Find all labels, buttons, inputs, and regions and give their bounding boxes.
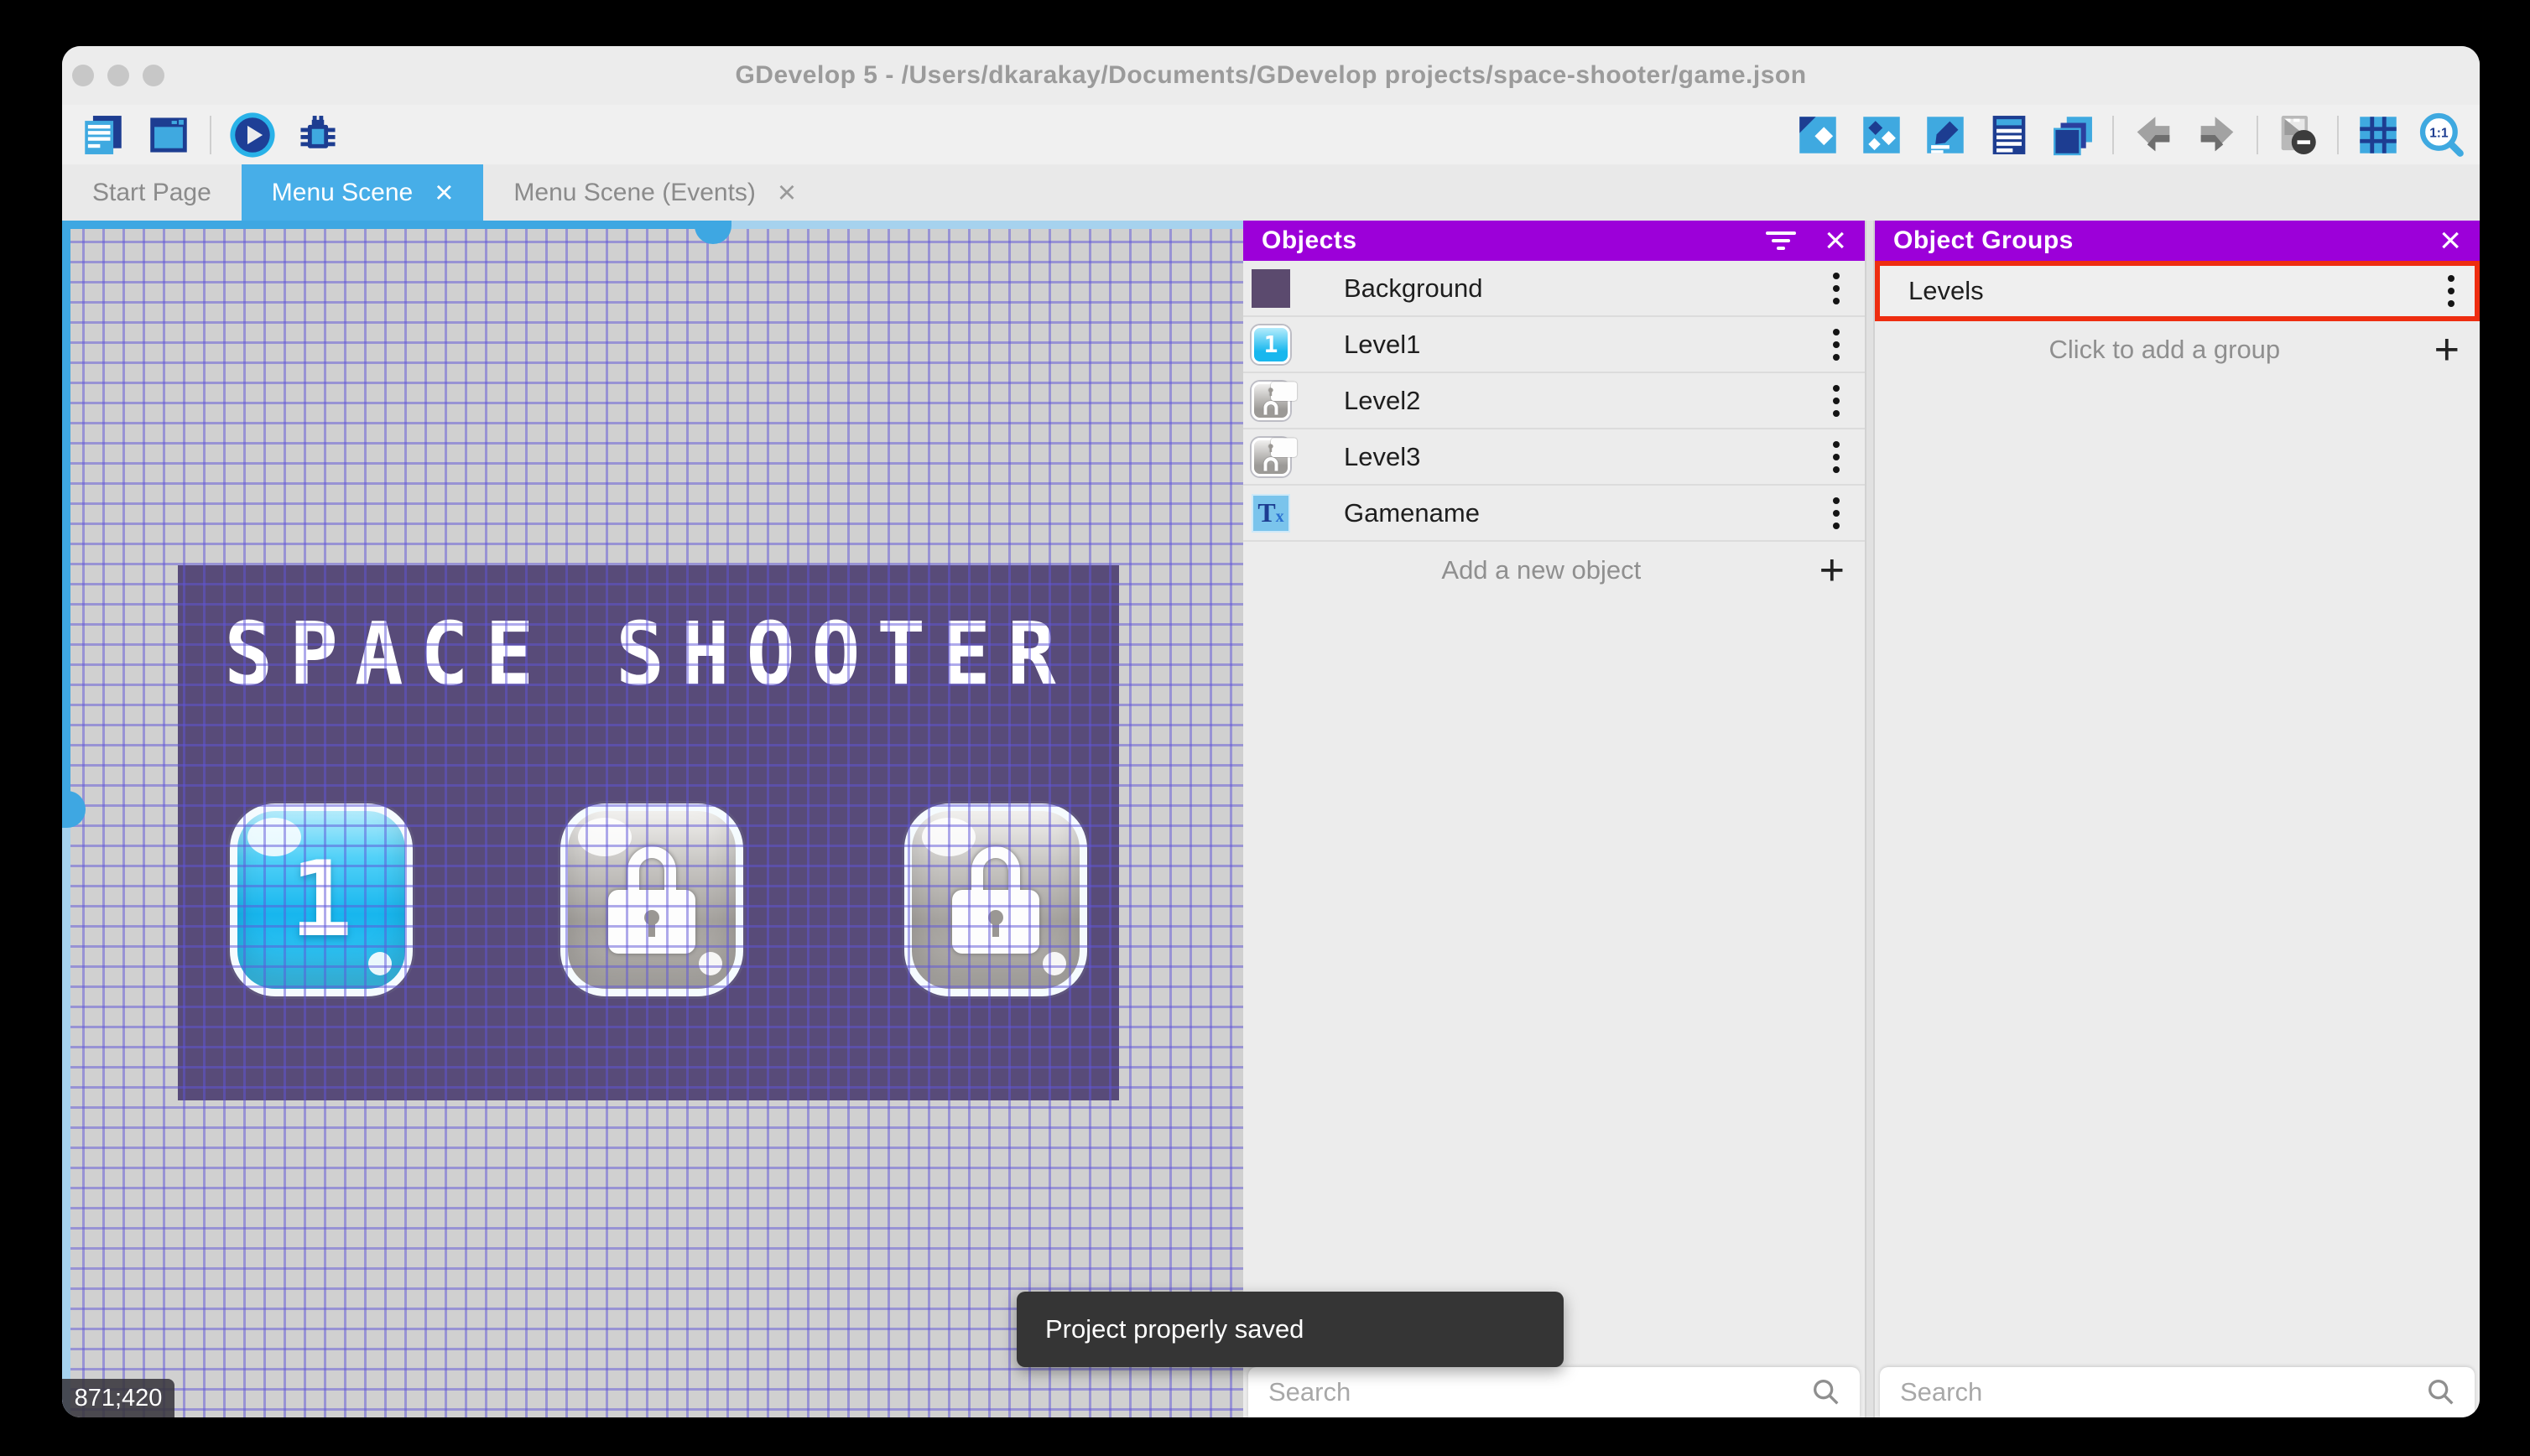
level1-thumbnail: 1: [1252, 325, 1290, 364]
objects-editor-icon[interactable]: [1793, 111, 1842, 159]
toolbar-left-group: [79, 105, 342, 164]
close-icon[interactable]: ×: [2439, 222, 2461, 259]
group-row-levels-highlighted[interactable]: Levels: [1875, 261, 2480, 321]
properties-panel-icon[interactable]: [1921, 111, 1970, 159]
add-new-group-row[interactable]: Click to add a group +: [1875, 321, 2480, 377]
level2-thumbnail: [1252, 381, 1298, 420]
object-menu-icon[interactable]: [1828, 268, 1845, 309]
level3-button-sprite[interactable]: [904, 803, 1087, 996]
editor-tabbar: Start Page Menu Scene × Menu Scene (Even…: [62, 164, 2480, 221]
tab-label: Start Page: [92, 178, 211, 206]
window-title: GDevelop 5 - /Users/dkarakay/Documents/G…: [735, 61, 1807, 89]
undo-icon[interactable]: [2129, 111, 2178, 159]
play-icon[interactable]: [228, 111, 277, 159]
toast-message: Project properly saved: [1045, 1314, 1304, 1344]
background-thumbnail: [1252, 268, 1290, 308]
object-menu-icon[interactable]: [1828, 324, 1845, 366]
group-menu-icon[interactable]: [2443, 270, 2460, 312]
toolbar-separator: [2257, 115, 2258, 154]
object-groups-panel-title: Object Groups: [1893, 226, 2074, 254]
titlebar: GDevelop 5 - /Users/dkarakay/Documents/G…: [62, 46, 2480, 105]
project-manager-icon[interactable]: [79, 111, 128, 159]
save-toast: Project properly saved: [1017, 1292, 1564, 1367]
object-groups-panel: Object Groups × Levels Click to add a gr…: [1875, 221, 2480, 1417]
gamename-thumbnail: Tx: [1252, 493, 1290, 533]
lock-icon: [952, 846, 1039, 954]
level1-button-sprite[interactable]: 1: [230, 803, 413, 996]
object-menu-icon[interactable]: [1828, 436, 1845, 478]
object-row-level2[interactable]: Level2: [1243, 373, 1865, 429]
toolbar-separator: [210, 115, 211, 154]
level1-number: 1: [289, 840, 353, 960]
add-new-object-row[interactable]: Add a new object +: [1243, 542, 1865, 598]
tab-menu-scene[interactable]: Menu Scene ×: [241, 164, 484, 221]
instances-list-icon[interactable]: [1985, 111, 2033, 159]
plus-icon[interactable]: +: [2434, 328, 2460, 372]
tab-close-icon[interactable]: ×: [778, 177, 796, 209]
tab-label: Menu Scene: [271, 178, 414, 206]
objects-search-input[interactable]: [1268, 1377, 1809, 1407]
tab-close-icon[interactable]: ×: [435, 177, 453, 209]
canvas-vertical-scrollbar[interactable]: [62, 221, 86, 1417]
zoom-1-1-icon[interactable]: 1:1: [2418, 111, 2466, 159]
objects-search-bar: [1248, 1367, 1860, 1417]
object-row-gamename[interactable]: Tx Gamename: [1243, 486, 1865, 542]
object-menu-icon[interactable]: [1828, 380, 1845, 422]
hscroll-handle[interactable]: [695, 221, 731, 244]
gdevelop-window: GDevelop 5 - /Users/dkarakay/Documents/G…: [62, 46, 2480, 1417]
preview-window-icon[interactable]: [144, 111, 193, 159]
objects-panel-title: Objects: [1262, 226, 1357, 254]
layers-editor-icon[interactable]: [2048, 111, 2097, 159]
debug-icon[interactable]: [294, 111, 342, 159]
instances-mask-icon[interactable]: [2273, 111, 2322, 159]
groups-search-input[interactable]: [1900, 1377, 2424, 1407]
object-groups-panel-header: Object Groups ×: [1875, 221, 2480, 261]
toolbar-separator: [2112, 115, 2114, 154]
grid-icon[interactable]: [2354, 111, 2402, 159]
search-icon[interactable]: [1809, 1375, 1843, 1409]
level2-button-sprite[interactable]: [560, 803, 743, 996]
object-row-level3[interactable]: Level3: [1243, 429, 1865, 486]
main-toolbar: 1:1: [62, 105, 2480, 164]
redo-icon[interactable]: [2193, 111, 2241, 159]
game-title-text: SPACE SHOOTER: [224, 603, 1073, 705]
scene-canvas[interactable]: SPACE SHOOTER 1 871;420: [62, 221, 1243, 1417]
level3-thumbnail: [1252, 437, 1298, 476]
panel-divider[interactable]: [1865, 221, 1875, 1417]
plus-icon[interactable]: +: [1819, 549, 1845, 592]
object-groups-editor-icon[interactable]: [1857, 111, 1906, 159]
tab-label: Menu Scene (Events): [513, 178, 756, 206]
tab-menu-scene-events[interactable]: Menu Scene (Events) ×: [483, 164, 826, 221]
tab-start-page[interactable]: Start Page: [62, 164, 242, 221]
close-icon[interactable]: ×: [1825, 222, 1846, 259]
toolbar-separator: [2337, 115, 2339, 154]
object-row-background[interactable]: Background: [1243, 261, 1865, 317]
cursor-coordinates-badge: 871;420: [62, 1379, 174, 1417]
menu-scene-preview[interactable]: SPACE SHOOTER 1: [178, 565, 1119, 1100]
svg-text:1:1: 1:1: [2429, 126, 2449, 140]
objects-panel: Objects × Background 1 Level1 Level2 Lev…: [1243, 221, 1865, 1417]
groups-search-bar: [1880, 1367, 2475, 1417]
filter-icon[interactable]: [1766, 231, 1797, 250]
search-icon[interactable]: [2424, 1375, 2458, 1409]
object-row-level1[interactable]: 1 Level1: [1243, 317, 1865, 373]
vscroll-handle[interactable]: [62, 791, 86, 828]
toolbar-right-group: 1:1: [1793, 105, 2466, 164]
object-menu-icon[interactable]: [1828, 492, 1845, 534]
objects-panel-header: Objects ×: [1243, 221, 1865, 261]
lock-icon: [608, 846, 695, 954]
main-area: SPACE SHOOTER 1 871;420 Objects × Backgr…: [62, 221, 2480, 1417]
